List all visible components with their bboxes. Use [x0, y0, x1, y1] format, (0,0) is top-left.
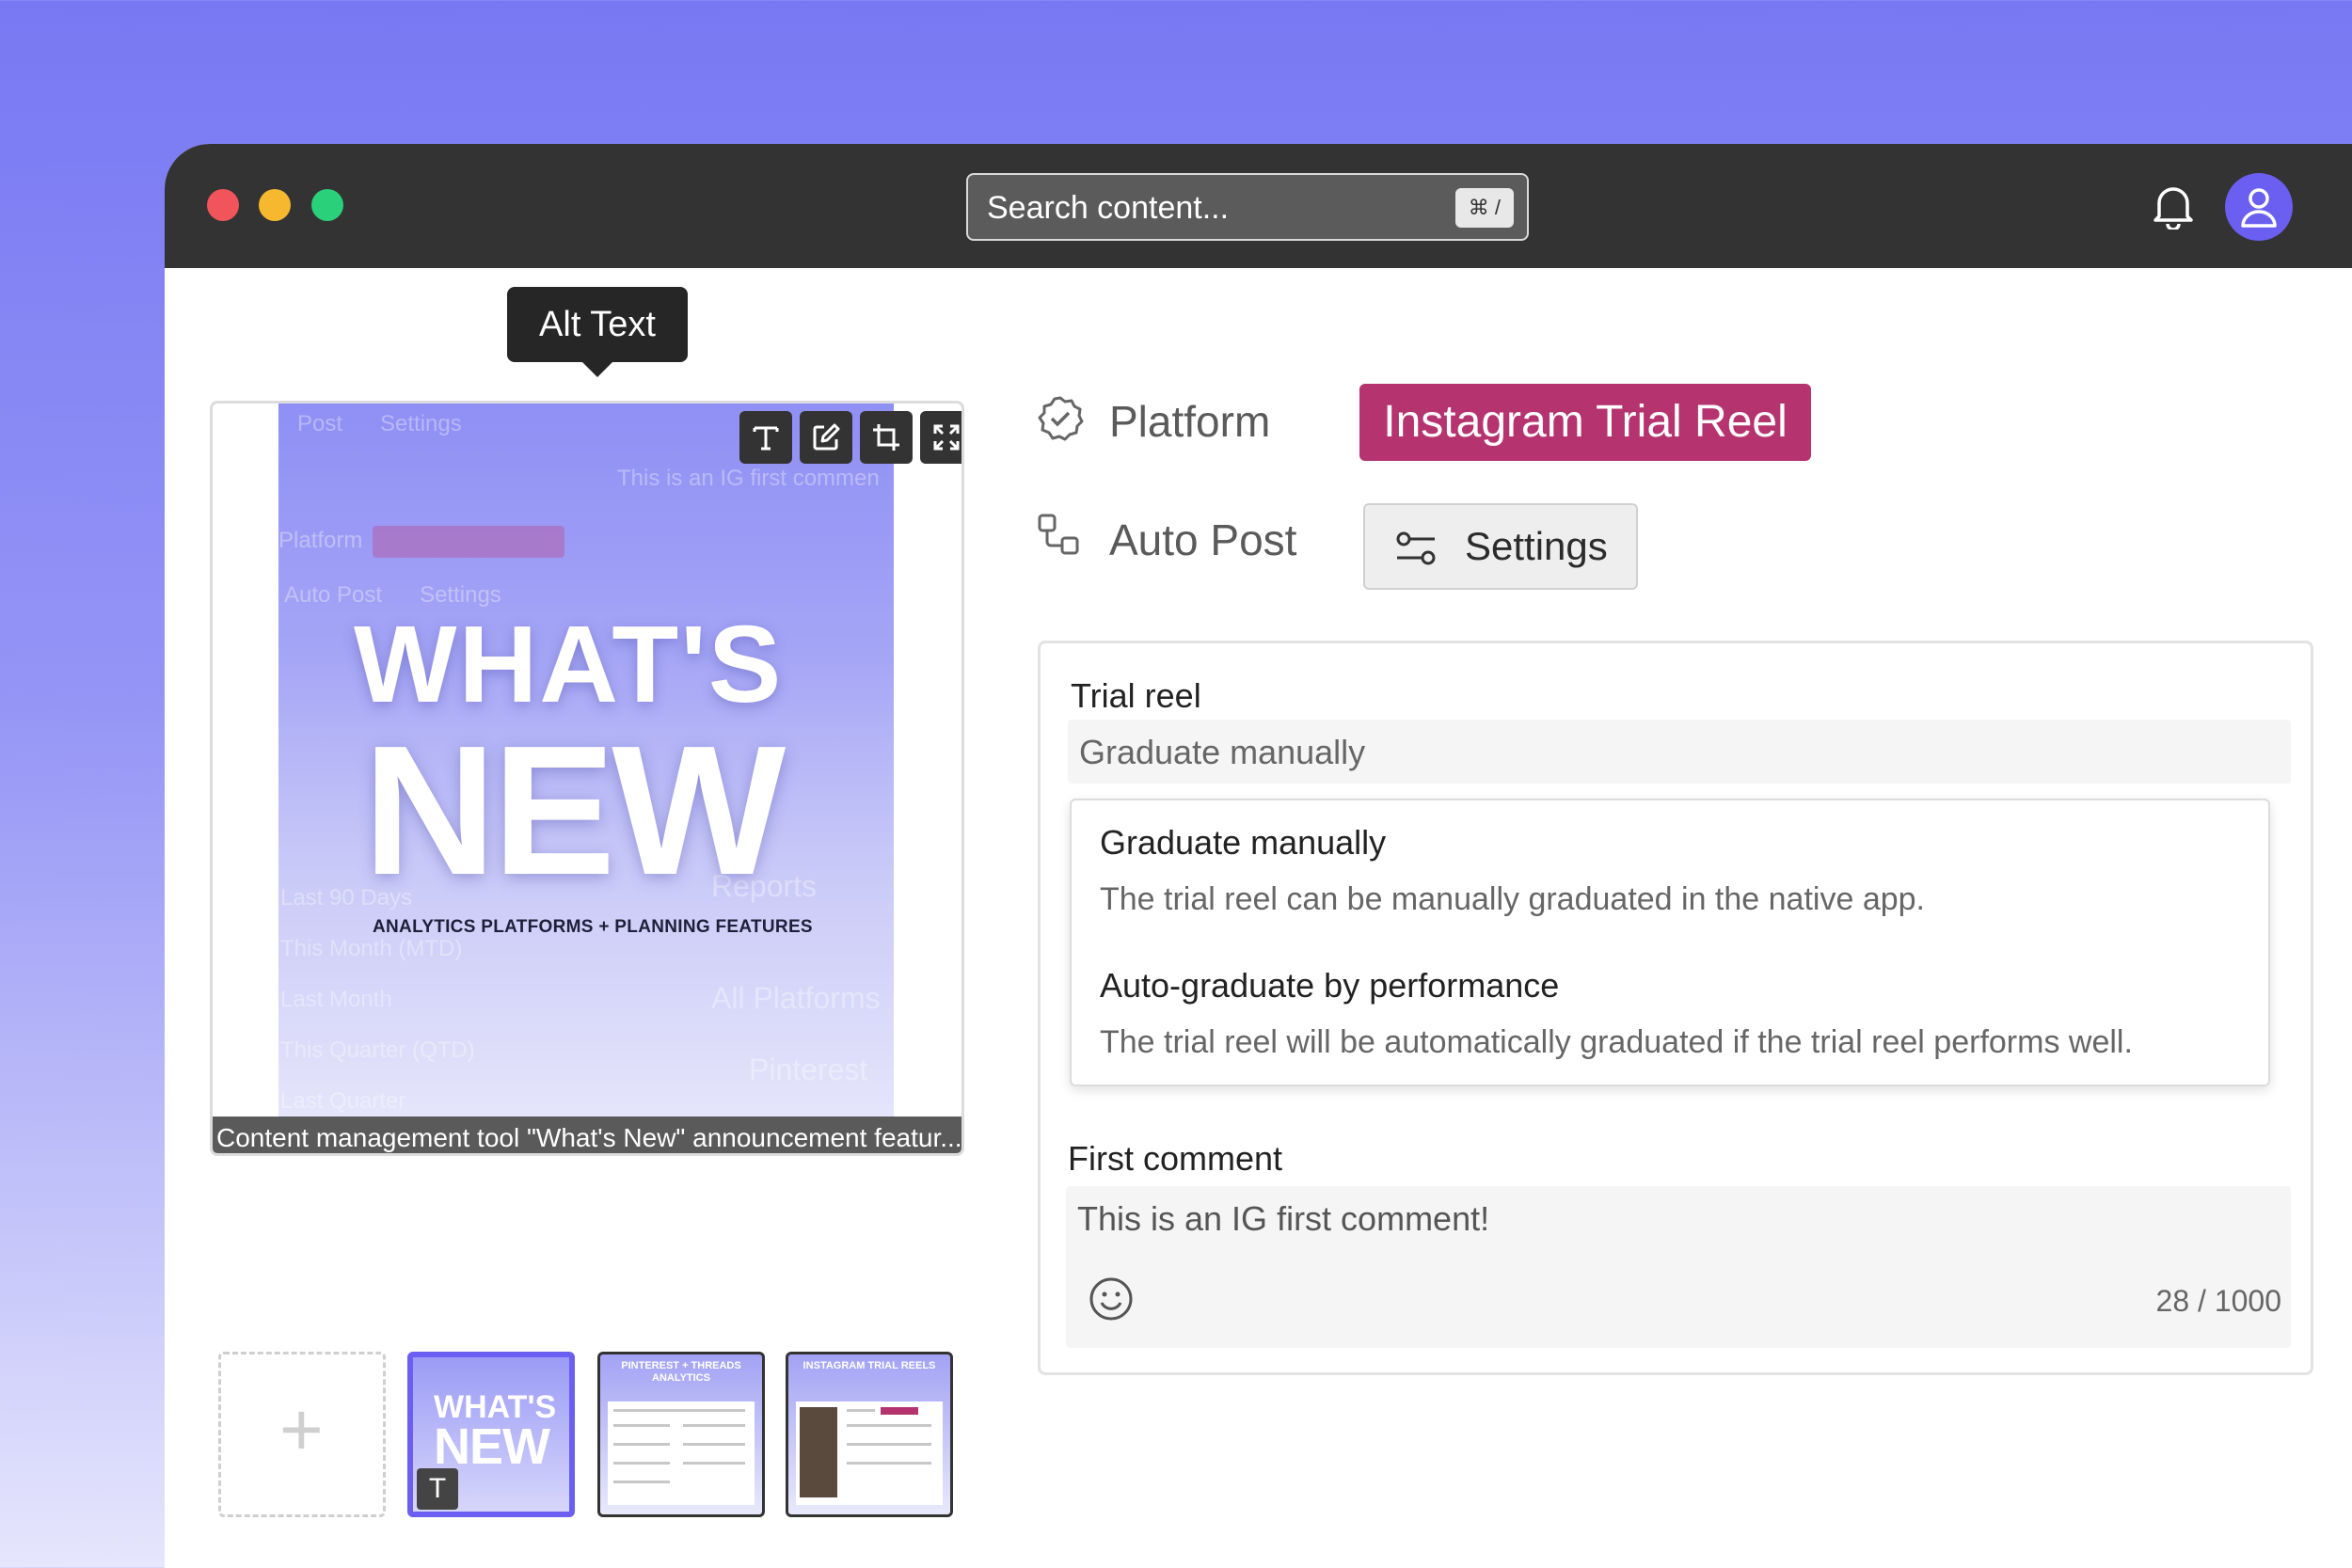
- ghost-ui-text: This Quarter (QTD): [280, 1037, 475, 1063]
- fullscreen-button[interactable]: [920, 411, 961, 464]
- user-avatar-button[interactable]: [2225, 173, 2293, 241]
- media-preview: Post Settings This is an IG first commen…: [210, 401, 964, 1156]
- ghost-ui-text: Last Month: [280, 987, 392, 1012]
- auto-post-label: Auto Post: [1109, 515, 1297, 564]
- thumb-label: INSTAGRAM TRIAL REELS: [803, 1360, 936, 1371]
- expand-icon: [933, 424, 960, 451]
- app-window: Search content... ⌘ / Alt Text Post Sett…: [165, 144, 2352, 1568]
- first-comment-text: This is an IG first comment!: [1077, 1199, 1490, 1238]
- alt-text-caption: Content management tool "What's New" ann…: [213, 1117, 961, 1153]
- thumb-screenshot: [608, 1402, 755, 1505]
- option-description: The trial reel will be automatically gra…: [1100, 1024, 2133, 1060]
- search-placeholder: Search content...: [987, 190, 1230, 226]
- user-icon: [2241, 188, 2277, 228]
- media-thumbnail-1[interactable]: WHAT'S NEW T: [407, 1352, 575, 1517]
- ghost-ui-text: All Platforms: [711, 981, 881, 1015]
- alt-text-button[interactable]: [739, 411, 792, 464]
- headline-subline: ANALYTICS PLATFORMS + PLANNING FEATURES: [373, 917, 813, 937]
- title-bar: Search content... ⌘ /: [165, 144, 2352, 268]
- media-thumbnail-2[interactable]: PINTEREST + THREADS ANALYTICS: [597, 1352, 765, 1517]
- workflow-icon: [1037, 513, 1080, 561]
- search-shortcut-badge: ⌘ /: [1454, 188, 1514, 228]
- plus-icon: +: [279, 1387, 324, 1471]
- thumb-label: PINTEREST + THREADS ANALYTICS: [621, 1360, 741, 1384]
- thumb-headline-2: NEW: [434, 1418, 550, 1475]
- headline-line-2: NEW: [363, 707, 786, 913]
- trial-reel-select[interactable]: Graduate manually: [1068, 720, 2291, 784]
- option-title: Graduate manually: [1100, 823, 1387, 862]
- edit-pencil-icon: [813, 423, 840, 451]
- emoji-icon[interactable]: [1089, 1276, 1134, 1326]
- first-comment-label: First comment: [1068, 1139, 1283, 1178]
- alt-text-badge-icon: T: [417, 1468, 458, 1510]
- auto-post-settings-button[interactable]: Settings: [1363, 503, 1638, 590]
- ghost-ui-text: This Month (MTD): [280, 936, 463, 961]
- thumb-screenshot: [796, 1402, 943, 1505]
- text-t-icon: [753, 426, 779, 451]
- trial-reel-label: Trial reel: [1071, 676, 1201, 715]
- window-maximize-button[interactable]: [311, 189, 343, 221]
- platform-badge[interactable]: Instagram Trial Reel: [1359, 384, 1811, 461]
- media-thumbnail-3[interactable]: INSTAGRAM TRIAL REELS: [786, 1352, 953, 1517]
- platform-label: Platform: [1109, 397, 1271, 446]
- ghost-ui-text: Platform: [278, 528, 363, 553]
- trial-reel-selected-value: Graduate manually: [1079, 733, 1366, 771]
- settings-label: Settings: [1465, 524, 1608, 568]
- character-counter: 28 / 1000: [2155, 1284, 2281, 1318]
- notifications-bell-icon[interactable]: [2152, 182, 2195, 231]
- window-minimize-button[interactable]: [259, 189, 291, 221]
- ghost-ui-text: Last Quarter: [280, 1088, 406, 1114]
- check-circle-icon: [1037, 395, 1084, 447]
- edit-button[interactable]: [800, 411, 852, 464]
- search-input[interactable]: Search content... ⌘ /: [966, 173, 1529, 241]
- first-comment-field[interactable]: This is an IG first comment! 28 / 1000: [1066, 1186, 2291, 1348]
- crop-icon: [873, 424, 899, 451]
- window-close-button[interactable]: [207, 189, 239, 221]
- ghost-ui-text: This is an IG first commen: [617, 466, 880, 491]
- media-image: Post Settings This is an IG first commen…: [278, 404, 894, 1118]
- trial-reel-dropdown: Graduate manually The trial reel can be …: [1070, 799, 2270, 1086]
- alt-text-tooltip: Alt Text: [507, 287, 688, 377]
- ghost-ui-text: Pinterest: [749, 1053, 868, 1086]
- option-description: The trial reel can be manually graduated…: [1100, 881, 1925, 917]
- add-media-button[interactable]: +: [218, 1352, 386, 1517]
- option-title: Auto-graduate by performance: [1100, 966, 1560, 1005]
- ghost-ui-pill: [373, 526, 564, 558]
- crop-button[interactable]: [860, 411, 913, 464]
- sliders-icon: [1396, 531, 1436, 565]
- ghost-ui-text: Post Settings: [297, 411, 462, 436]
